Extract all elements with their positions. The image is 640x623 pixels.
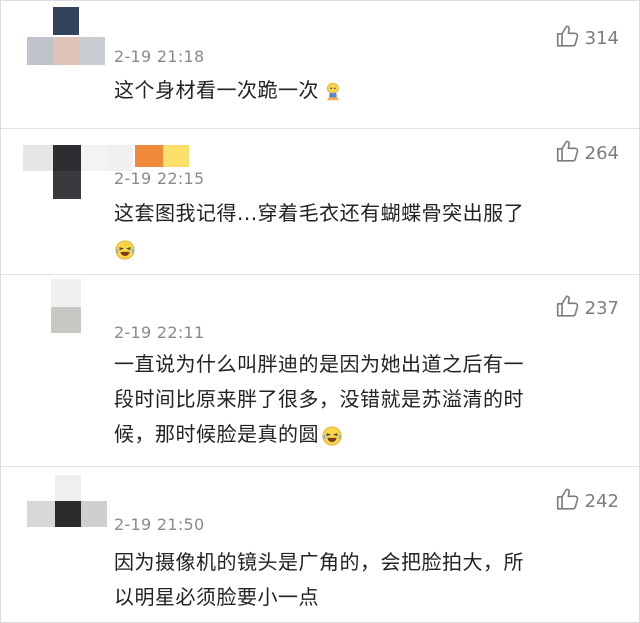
like-count: 242: [584, 491, 619, 512]
laugh-cry-emoji-icon: [114, 239, 136, 261]
comment-line: 一直说为什么叫胖迪的是因为她出道之后有一: [114, 352, 524, 376]
comment-line: 这个身材看一次跪一次: [114, 78, 319, 102]
like-button[interactable]: 264: [555, 138, 619, 169]
comment-item: 2-19 21:50 242 因为摄像机的镜头是广角的，会把脸拍大，所 以明星必…: [1, 467, 639, 622]
thumbs-up-icon: [555, 23, 581, 54]
comment-feed: 2-19 21:18 314 这个身材看一次跪一次 2-19 22:15 264…: [0, 0, 640, 623]
comment-line: 这套图我记得...穿着毛衣还有蝴蝶骨突出服了: [114, 201, 525, 225]
avatar[interactable]: [23, 7, 111, 65]
comment-time: 2-19 22:15: [114, 169, 205, 188]
comment-text: 因为摄像机的镜头是广角的，会把脸拍大，所 以明星必须脸要小一点: [114, 545, 599, 615]
thumbs-up-icon: [555, 486, 581, 517]
comment-item: 2-19 22:15 264 这套图我记得...穿着毛衣还有蝴蝶骨突出服了: [1, 129, 639, 275]
like-count: 264: [584, 143, 619, 164]
comment-item: 2-19 22:11 237 一直说为什么叫胖迪的是因为她出道之后有一 段时间比…: [1, 275, 639, 467]
like-count: 237: [584, 298, 619, 319]
avatar[interactable]: [49, 277, 89, 335]
comment-time: 2-19 21:50: [114, 515, 205, 534]
comment-time: 2-19 22:11: [114, 323, 205, 342]
comment-text: 这个身材看一次跪一次: [114, 73, 599, 108]
like-button[interactable]: 237: [555, 293, 619, 324]
like-count: 314: [584, 28, 619, 49]
avatar[interactable]: [27, 473, 111, 529]
comment-line: 段时间比原来胖了很多，没错就是苏溢清的时: [114, 387, 524, 411]
thumbs-up-icon: [555, 293, 581, 324]
comment-text: 一直说为什么叫胖迪的是因为她出道之后有一 段时间比原来胖了很多，没错就是苏溢清的…: [114, 347, 599, 452]
comment-time: 2-19 21:18: [114, 47, 205, 66]
comment-line: 候，那时候脸是真的圆: [114, 422, 319, 446]
like-button[interactable]: 242: [555, 486, 619, 517]
thumbs-up-icon: [555, 138, 581, 169]
like-button[interactable]: 314: [555, 23, 619, 54]
comment-line: 因为摄像机的镜头是广角的，会把脸拍大，所: [114, 550, 524, 574]
comment-text: 这套图我记得...穿着毛衣还有蝴蝶骨突出服了: [114, 196, 599, 266]
comment-item: 2-19 21:18 314 这个身材看一次跪一次: [1, 1, 639, 129]
kneel-emoji-icon: [321, 81, 343, 103]
comment-line: 以明星必须脸要小一点: [114, 585, 319, 609]
laugh-cry-emoji-icon: [321, 425, 343, 447]
